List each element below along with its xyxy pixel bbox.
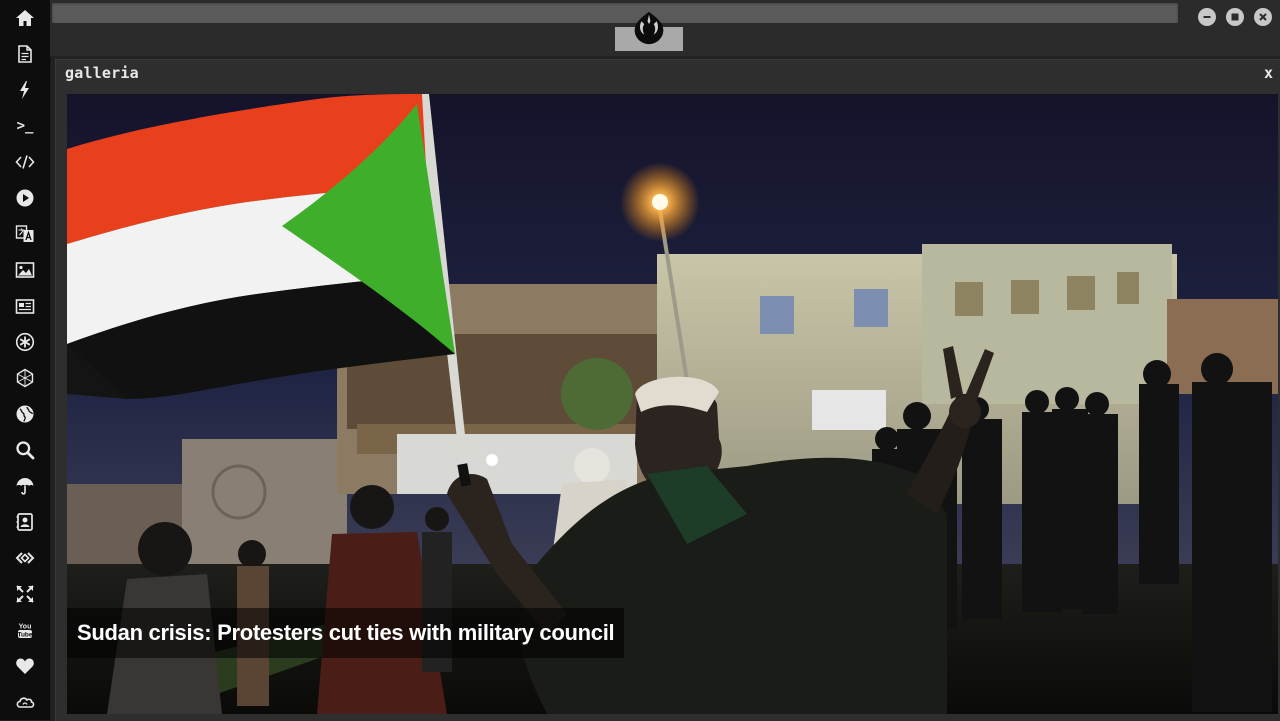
asterisk-icon[interactable]: [13, 330, 37, 354]
youtube-icon[interactable]: You Tube: [13, 618, 37, 642]
terminal-icon[interactable]: >_: [13, 114, 37, 138]
expand-icon[interactable]: [13, 582, 37, 606]
gallery-photo[interactable]: Sudan crisis: Protesters cut ties with m…: [67, 94, 1278, 714]
caption-overlay: Sudan crisis: Protesters cut ties with m…: [67, 608, 625, 658]
close-icon: [1259, 13, 1267, 21]
panel-close-button[interactable]: x: [1264, 64, 1273, 82]
maximize-button[interactable]: [1226, 8, 1244, 26]
top-bar: [50, 0, 1280, 56]
sidebar: >_ You Tube: [0, 0, 51, 720]
translate-icon[interactable]: [13, 222, 37, 246]
rebel-alliance-logo: [630, 8, 668, 46]
svg-text:Tube: Tube: [17, 632, 32, 639]
heart-icon[interactable]: [13, 654, 37, 678]
umbrella-icon[interactable]: [13, 474, 37, 498]
gallery-panel: galleria x Sudan crisis: Protesters cut …: [55, 59, 1280, 721]
minimize-icon: [1203, 16, 1211, 18]
news-icon[interactable]: [13, 294, 37, 318]
close-button[interactable]: [1254, 8, 1272, 26]
contact-card-icon[interactable]: [13, 510, 37, 534]
minimize-button[interactable]: [1198, 8, 1216, 26]
code-icon[interactable]: [13, 150, 37, 174]
document-icon[interactable]: [13, 42, 37, 66]
globe-icon[interactable]: [13, 402, 37, 426]
diamond-code-icon[interactable]: [13, 546, 37, 570]
play-icon[interactable]: [13, 186, 37, 210]
address-bar[interactable]: [52, 3, 1178, 23]
maximize-icon: [1231, 13, 1239, 21]
photo-caption: Sudan crisis: Protesters cut ties with m…: [77, 620, 615, 645]
hexagon-icon[interactable]: [13, 366, 37, 390]
lightning-icon[interactable]: [13, 78, 37, 102]
image-icon[interactable]: [13, 258, 37, 282]
home-icon[interactable]: [13, 6, 37, 30]
search-icon[interactable]: [13, 438, 37, 462]
panel-title: galleria: [65, 64, 139, 82]
cloud-icon[interactable]: [13, 690, 37, 714]
svg-text:You: You: [19, 624, 32, 631]
